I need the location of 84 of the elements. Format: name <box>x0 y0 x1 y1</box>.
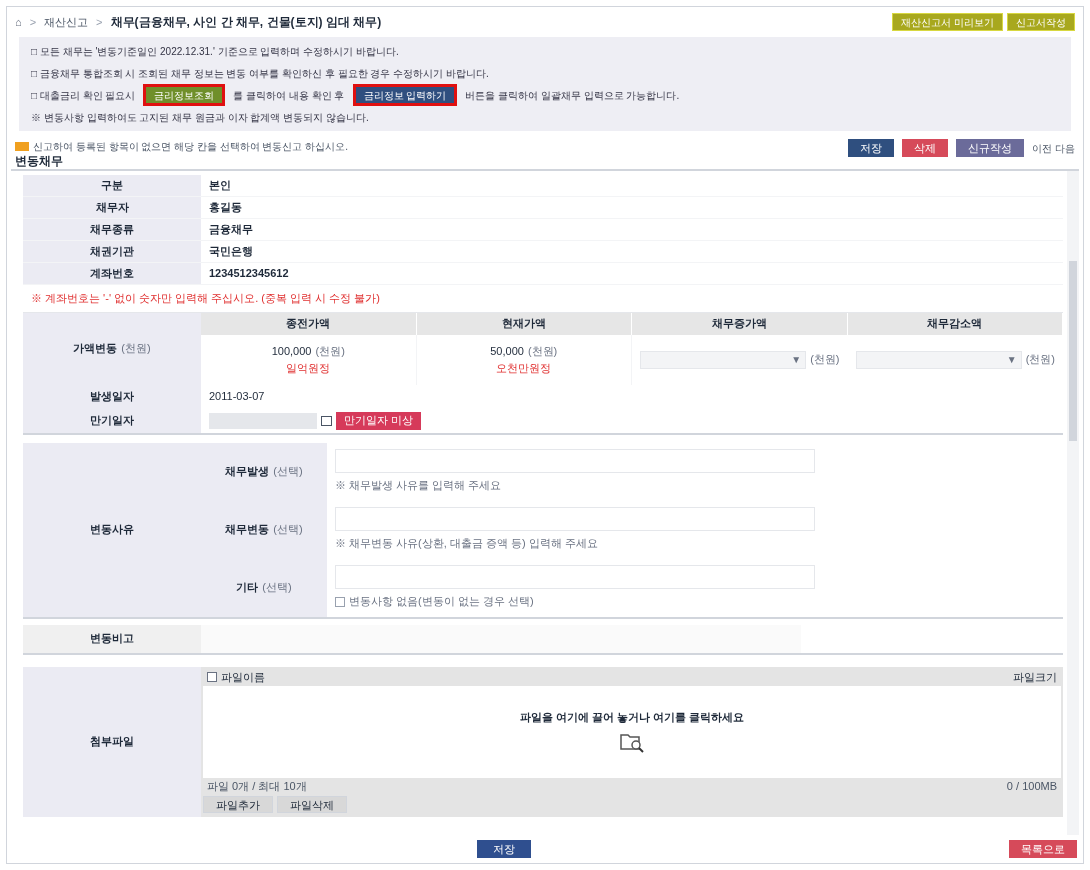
field-label: 채무종류 <box>23 219 201 240</box>
caret-icon: ▼ <box>1006 352 1017 367</box>
amount-select[interactable]: ▼ <box>855 350 1022 369</box>
section-title: 변동채무 <box>15 154 64 168</box>
checkbox-label: 변동사항 없음(변동이 없는 경우 선택) <box>349 594 534 610</box>
hint-text: (선택) <box>273 464 303 480</box>
upload-button[interactable]: 파일추가 <box>203 796 273 813</box>
field-label: 가액변동 <box>73 341 118 357</box>
field-label: 채권기관 <box>23 241 201 262</box>
scrollbar[interactable] <box>1067 171 1079 835</box>
checkbox[interactable] <box>207 672 217 682</box>
field-label: 변동사유 <box>23 442 201 617</box>
field-value: 1234512345612 <box>208 266 290 282</box>
calendar-icon[interactable] <box>321 415 332 426</box>
breadcrumb-item[interactable]: 재산신고 <box>44 13 89 31</box>
field-value: 국민은행 <box>208 244 254 260</box>
checkbox[interactable] <box>335 596 345 607</box>
unit-text: (천원) <box>315 344 345 359</box>
hint-text: (선택) <box>262 580 292 596</box>
separator-icon: > <box>96 13 103 31</box>
field-label: 채무자 <box>23 197 201 218</box>
field-label: 채무발생 <box>225 464 270 480</box>
home-link[interactable]: ⌂ <box>15 13 22 31</box>
note-text: ※ 채무변동 사유(상환, 대출금 증액 등) 입력해 주세요 <box>335 536 598 552</box>
field-label: 구분 <box>23 175 201 196</box>
field-label: 채무변동 <box>225 522 270 538</box>
field-label: 기타 <box>236 580 259 596</box>
notice-text: □ 대출금리 확인 필요시 <box>31 88 136 103</box>
column-header: 채무증가액 <box>632 312 848 335</box>
field-value: 2011-03-07 <box>209 389 265 405</box>
amount-words: 일억원정 <box>286 360 331 376</box>
hint-text: (선택) <box>273 522 303 538</box>
unknown-date-button[interactable]: 만기일자 미상 <box>336 411 422 430</box>
unit-text: (천원) <box>810 352 840 368</box>
warning-text: ※ 계좌번호는 '-' 없이 숫자만 입력해 주십시오. (중복 입력 시 수정 불가) <box>30 291 381 306</box>
notice-button[interactable]: 금리정보조회 <box>143 84 226 106</box>
status-text: 0 / 100MB <box>1006 778 1057 794</box>
notice-button[interactable]: 금리정보 입력하기 <box>352 84 458 106</box>
amount-value: 50,000 <box>490 344 524 359</box>
field-value: 홍길동 <box>208 200 243 216</box>
breadcrumb-item: 채무(금융채무, 사인 간 채무, 건물(토지) 임대 채무) <box>110 14 382 31</box>
field-label: 변동비고 <box>23 624 201 653</box>
amount-words: 오천만원정 <box>496 360 552 376</box>
legend-icon <box>15 142 29 151</box>
action-button[interactable]: 삭제 <box>902 139 949 157</box>
notice-text: □ 금융채무 통합조회 시 조회된 채무 정보는 변동 여부를 확인하신 후 필요한 경우 수정하시기 바랍니다. <box>31 66 489 81</box>
unit-text: (천원) <box>121 341 151 357</box>
save-button[interactable]: 저장 <box>477 840 531 858</box>
pager-link[interactable]: 이전 다음 <box>1032 140 1075 156</box>
column-header: 현재가액 <box>416 312 632 335</box>
field-label: 만기일자 <box>23 408 201 433</box>
field-value: 본인 <box>208 178 232 194</box>
column-header: 종전가액 <box>201 312 417 335</box>
text-area[interactable] <box>335 449 815 474</box>
amount-select[interactable]: ▼ <box>640 350 807 369</box>
column-header: 파일이름 <box>221 669 265 685</box>
note-text: ※ 채무발생 사유를 입력해 주세요 <box>335 478 502 494</box>
field-label: 발생일자 <box>23 384 201 409</box>
status-text: 파일 0개 / 최대 10개 <box>207 778 307 794</box>
action-button[interactable]: 저장 <box>848 139 895 157</box>
column-header: 파일크기 <box>1013 669 1057 685</box>
field-label: 계좌번호 <box>23 263 201 284</box>
upload-button[interactable]: 파일삭제 <box>277 796 347 813</box>
text-area[interactable] <box>335 565 815 590</box>
notice-text: 버튼을 클릭하여 일괄채무 입력으로 가능합니다. <box>465 88 680 103</box>
notice-text: ※ 변동사항 입력하여도 고지된 채무 원금과 이자 합계액 변동되지 않습니다. <box>31 110 369 125</box>
field-value: 금융채무 <box>208 222 254 238</box>
unit-text: (천원) <box>527 344 558 359</box>
legend-text: 신고하여 등록된 항목이 없으면 해당 칸을 선택하여 변동신고 하십시오. <box>33 140 348 154</box>
action-button[interactable]: 신규작성 <box>956 139 1025 157</box>
date-field[interactable] <box>209 412 317 429</box>
remarks-field[interactable] <box>201 624 801 653</box>
text-area[interactable] <box>335 507 815 532</box>
column-header: 채무감소액 <box>847 312 1063 335</box>
notice-text: □ 모든 채무는 '변동기준일인 2022.12.31.' 기준으로 입력하며 수정하시기 바랍니다. <box>31 44 399 59</box>
list-button[interactable]: 목록으로 <box>1009 840 1077 858</box>
field-label: 첨부파일 <box>23 666 201 817</box>
drop-text: 파일을 여기에 끌어 놓거나 여기를 클릭하세요 <box>519 710 745 726</box>
amount-value: 100,000 <box>271 344 312 359</box>
unit-text: (천원) <box>1025 352 1055 368</box>
drop-zone[interactable]: 파일을 여기에 끌어 놓거나 여기를 클릭하세요 <box>203 685 1061 778</box>
caret-icon: ▼ <box>791 352 802 367</box>
separator-icon: > <box>29 13 37 31</box>
notice-text: 를 클릭하여 내용 확인 후 <box>233 88 345 103</box>
